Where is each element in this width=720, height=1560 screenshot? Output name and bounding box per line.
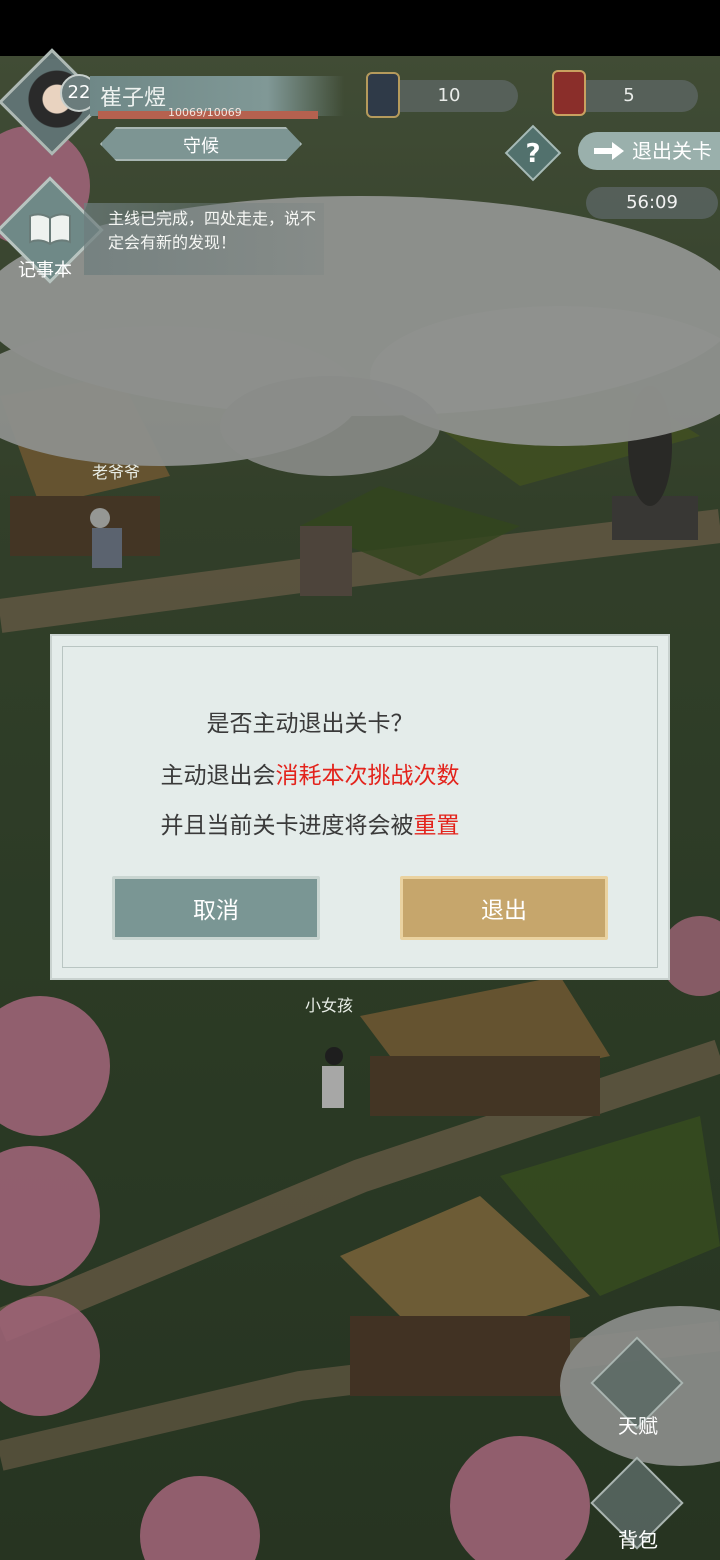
question-icon: ? <box>525 139 541 169</box>
bag-label: 背包 <box>618 1528 658 1552</box>
npc-girl-label[interactable]: 小女孩 <box>305 992 353 1016</box>
quest-hint: 主线已完成，四处走走，说不定会有新的发现！ <box>84 203 324 275</box>
dialog-line-3-text: 并且当前关卡进度将会被 <box>160 813 414 839</box>
dialog-title: 是否主动退出关卡？ <box>206 711 414 737</box>
ticket-icon <box>552 70 586 116</box>
player-name: 崔子煜 <box>100 86 167 111</box>
quest-text: 主线已完成，四处走走，说不定会有新的发现！ <box>108 209 317 252</box>
dialog-line-2-warning: 消耗本次挑战次数 <box>275 763 460 789</box>
hp-text: 10069/10069 <box>168 106 242 119</box>
token-value: 10 <box>437 85 461 106</box>
journal-label: 记事本 <box>18 260 72 281</box>
dialog-line-2: 主动退出会消耗本次挑战次数 <box>0 756 620 790</box>
token-icon <box>366 72 400 118</box>
confirm-exit-button[interactable]: 退出 <box>400 876 608 940</box>
talent-label: 天赋 <box>618 1414 658 1438</box>
npc-grandpa-label[interactable]: 老爷爷 <box>92 459 140 483</box>
status-bar <box>0 0 720 56</box>
countdown-timer: 56:09 <box>586 187 718 219</box>
state-label: 守候 <box>183 136 219 157</box>
arrow-right-icon <box>594 142 624 160</box>
book-icon <box>29 213 71 246</box>
dialog-line-3: 并且当前关卡进度将会被重置 <box>0 806 620 840</box>
dialog-line-2-text: 主动退出会 <box>160 763 276 789</box>
token-counter: 10 <box>380 80 518 112</box>
dialog-line-3-warning: 重置 <box>413 813 460 839</box>
cancel-button[interactable]: 取消 <box>112 876 320 940</box>
exit-stage-label: 退出关卡 <box>632 139 712 163</box>
ticket-value: 5 <box>623 85 635 106</box>
